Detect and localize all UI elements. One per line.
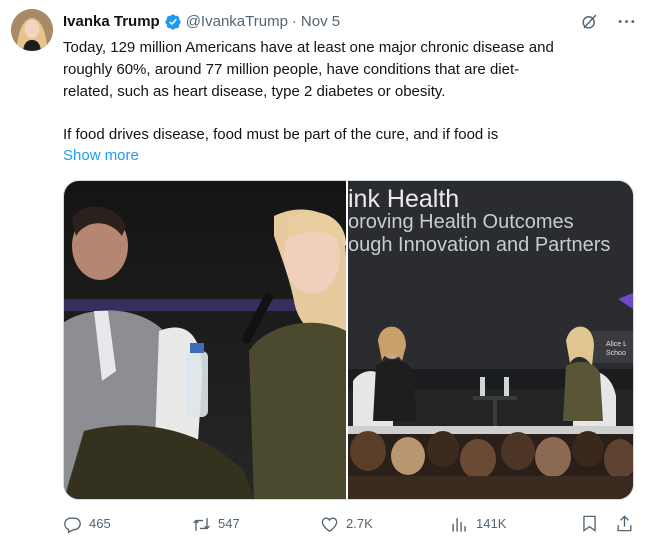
separator-dot: · (291, 13, 297, 30)
share-button[interactable] (615, 514, 634, 533)
retweet-button[interactable]: 547 (192, 514, 240, 534)
tweet-top-actions (580, 12, 636, 31)
tweet-text-line: roughly 60%, around 77 million people, h… (63, 60, 520, 78)
logo-text: Alice L (606, 341, 627, 348)
views-count: 141K (476, 516, 507, 531)
more-icon[interactable] (617, 12, 636, 31)
tweet-date[interactable]: Nov 5 (301, 12, 340, 32)
photo-left[interactable] (64, 181, 346, 499)
views-button[interactable]: 141K (450, 514, 506, 534)
avatar[interactable] (11, 9, 53, 51)
tweet-text-line: Today, 129 million Americans have at lea… (63, 39, 554, 56)
logo-text: Schoo (606, 350, 626, 357)
photo-right[interactable]: ink Health oroving Health Outcomes ough … (348, 181, 633, 499)
tweet-actions: 465 547 2.7K 141K (63, 514, 636, 536)
retweet-icon (192, 515, 211, 534)
bookmark-icon (580, 514, 599, 533)
banner-title-text: ink Health (348, 185, 459, 213)
share-icon (615, 514, 634, 533)
views-icon (450, 515, 469, 534)
tweet-text-line: related, such as heart disease, type 2 d… (63, 82, 446, 100)
grok-icon[interactable] (580, 12, 599, 31)
show-more-link[interactable]: Show more (63, 146, 139, 166)
reply-count: 465 (89, 516, 111, 531)
verified-badge-icon (164, 13, 182, 31)
like-count: 2.7K (346, 516, 373, 531)
reply-button[interactable]: 465 (63, 514, 111, 534)
banner-subtitle-text: oroving Health Outcomes (348, 211, 574, 233)
tweet[interactable]: Ivanka Trump @IvankaTrump · Nov 5 Today,… (0, 0, 660, 559)
tweet-text: Today, 129 million Americans have at lea… (63, 37, 633, 146)
author-handle[interactable]: @IvankaTrump (186, 12, 288, 32)
tweet-header: Ivanka Trump @IvankaTrump · Nov 5 (63, 12, 340, 32)
bookmark-button[interactable] (580, 514, 599, 533)
tweet-text-line: If food drives disease, food must be par… (63, 126, 499, 144)
author-name[interactable]: Ivanka Trump (63, 12, 160, 32)
heart-icon (320, 515, 339, 534)
tweet-media[interactable]: ink Health oroving Health Outcomes ough … (63, 180, 634, 500)
like-button[interactable]: 2.7K (320, 514, 373, 534)
avatar-image (11, 9, 53, 51)
banner-subtitle-text: ough Innovation and Partners (348, 234, 610, 256)
retweet-count: 547 (218, 516, 240, 531)
reply-icon (63, 515, 82, 534)
